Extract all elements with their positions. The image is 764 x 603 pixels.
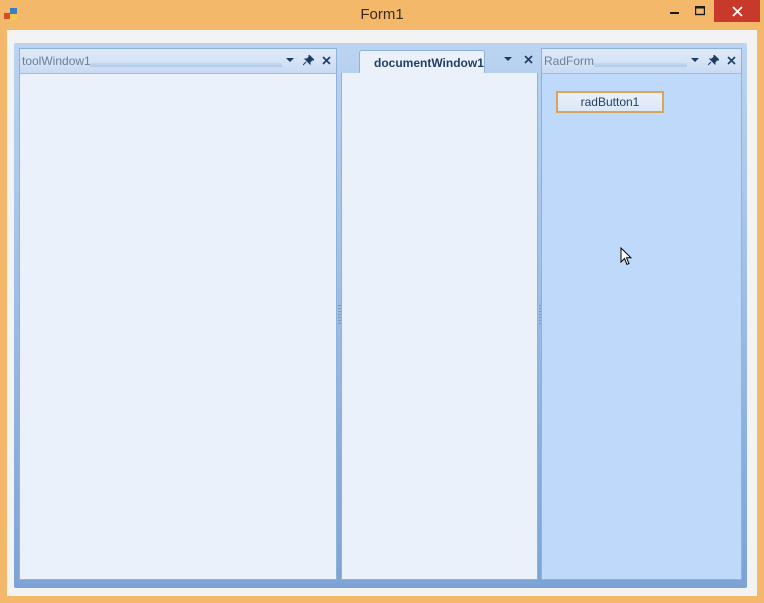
chevron-down-icon[interactable] bbox=[284, 53, 296, 67]
tool-window-caption[interactable]: toolWindow1 bbox=[20, 49, 336, 74]
minimize-button[interactable] bbox=[664, 0, 686, 22]
pin-icon[interactable] bbox=[707, 53, 719, 67]
radform-caption[interactable]: RadForm bbox=[542, 49, 741, 74]
document-tab-label: documentWindow1 bbox=[374, 56, 484, 70]
close-window-button[interactable] bbox=[714, 0, 760, 22]
chevron-down-icon[interactable] bbox=[689, 53, 701, 67]
chevron-down-icon[interactable] bbox=[502, 52, 514, 66]
maximize-button[interactable] bbox=[688, 0, 712, 22]
form-client-area: toolWindow1 documentWindow1 RadForm radB… bbox=[7, 30, 757, 596]
dock-container: toolWindow1 documentWindow1 RadForm radB… bbox=[14, 43, 747, 588]
pin-icon[interactable] bbox=[302, 53, 314, 67]
document-window-panel[interactable] bbox=[341, 73, 538, 580]
tab-document-window[interactable]: documentWindow1 bbox=[359, 50, 485, 74]
caption-grip bbox=[594, 63, 687, 67]
document-tab-strip: documentWindow1 bbox=[341, 43, 538, 74]
caption-grip bbox=[90, 63, 282, 67]
radform-panel[interactable]: RadForm radButton1 bbox=[541, 48, 742, 580]
rad-button[interactable]: radButton1 bbox=[556, 91, 664, 113]
window-title: Form1 bbox=[360, 6, 404, 23]
close-icon[interactable] bbox=[522, 52, 534, 66]
close-icon[interactable] bbox=[320, 53, 332, 67]
tool-window-title: toolWindow1 bbox=[22, 54, 91, 68]
close-icon[interactable] bbox=[725, 53, 737, 67]
close-icon bbox=[731, 5, 743, 17]
mouse-cursor-icon bbox=[620, 247, 632, 266]
title-bar: Form1 bbox=[0, 0, 764, 30]
maximize-icon bbox=[695, 6, 705, 16]
minimize-icon bbox=[670, 12, 679, 14]
tool-window-panel[interactable]: toolWindow1 bbox=[19, 48, 337, 580]
radform-title: RadForm bbox=[544, 54, 595, 68]
